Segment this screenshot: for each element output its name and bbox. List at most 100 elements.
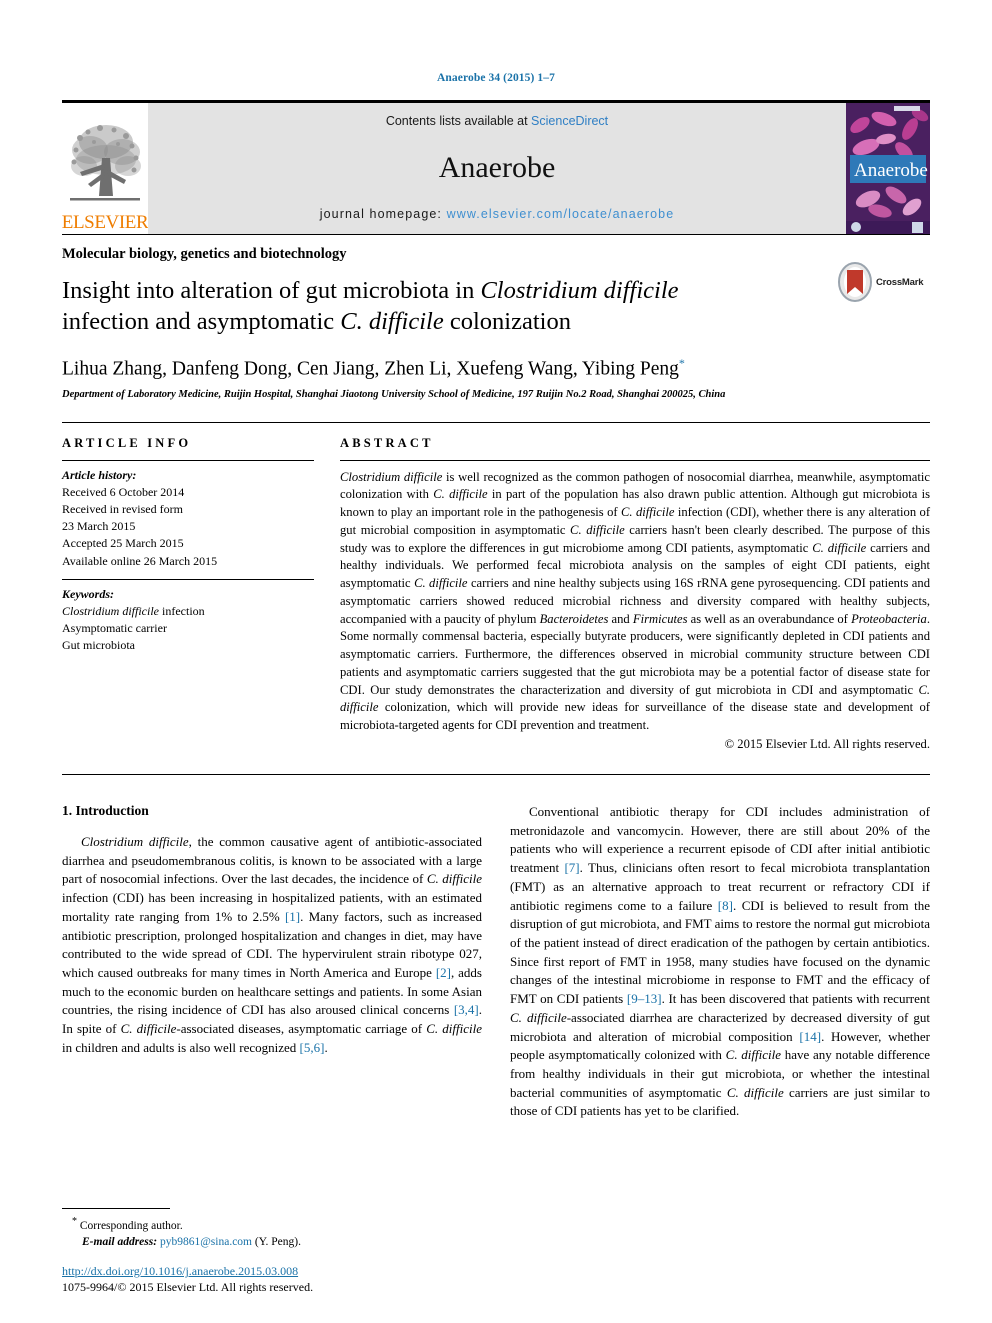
abstract-seg: Firmicutes <box>632 611 688 626</box>
intro-seg: . It has been discovered that patients w… <box>661 991 930 1007</box>
title-species-2: C. difficile <box>340 307 444 335</box>
abstract-seg: as well as an overabundance of <box>687 611 852 626</box>
article-info-heading: ARTICLE INFO <box>62 435 192 450</box>
body-column-left: 1. Introduction Clostridium difficile, t… <box>62 803 482 1121</box>
journal-homepage-link[interactable]: www.elsevier.com/locate/anaerobe <box>447 207 675 221</box>
citation-link[interactable]: [3,4] <box>454 1002 479 1017</box>
journal-cover-thumbnail: Anaerobe <box>846 103 930 234</box>
article-history-label: Article history: <box>62 467 137 482</box>
elsevier-logo: ELSEVIER <box>61 103 149 234</box>
info-abstract-row: ARTICLE INFO Article history: Received 6… <box>62 421 930 752</box>
email-link[interactable]: pyb9861@sina.com <box>160 1236 252 1248</box>
keyword-rest: infection <box>159 603 205 618</box>
page-title: Insight into alteration of gut microbiot… <box>62 276 930 338</box>
history-line: Available online 26 March 2015 <box>62 553 218 568</box>
intro-seg: Clostridium difficile <box>81 833 189 849</box>
citation-link[interactable]: [1] <box>285 909 300 924</box>
keyword-item: Clostridium difficile infection <box>62 603 314 620</box>
abstract-seg: C. difficile <box>570 522 625 537</box>
title-species-1: Clostridium difficile <box>480 277 679 304</box>
homepage-prefix: journal homepage: <box>319 207 447 221</box>
citation-link[interactable]: [2] <box>436 965 451 980</box>
intro-seg: C. difficile <box>426 1021 482 1037</box>
article-info-column: ARTICLE INFO Article history: Received 6… <box>62 436 314 752</box>
intro-seg: C. difficile <box>510 1009 567 1025</box>
email-suffix: (Y. Peng). <box>252 1236 301 1249</box>
crossmark-icon <box>838 262 872 302</box>
journal-title: Anaerobe <box>438 150 556 184</box>
affiliation: Department of Laboratory Medicine, Ruiji… <box>62 388 726 400</box>
body-divider <box>62 773 930 775</box>
footnote-divider <box>62 1207 170 1209</box>
abstract-seg: Bacteroidetes <box>539 611 609 626</box>
email-label: E-mail address: <box>82 1236 158 1249</box>
doi-link[interactable]: http://dx.doi.org/10.1016/j.anaerobe.201… <box>62 1264 482 1279</box>
history-line: Accepted 25 March 2015 <box>62 536 184 551</box>
contents-prefix: Contents lists available at <box>385 114 532 128</box>
elsevier-tree-icon <box>70 125 141 201</box>
intro-paragraph-right: Conventional antibiotic therapy for CDI … <box>510 803 930 1121</box>
article-history-block: Article history: Received 6 October 2014… <box>62 461 314 579</box>
section-heading-introduction: 1. Introduction <box>62 802 149 818</box>
intro-seg: -associated diseases, asymptomatic carri… <box>176 1021 427 1037</box>
svg-text:Anaerobe: Anaerobe <box>854 160 928 181</box>
keyword-item: Asymptomatic carrier <box>62 620 167 635</box>
elsevier-wordmark: ELSEVIER <box>61 212 149 233</box>
doi-block: http://dx.doi.org/10.1016/j.anaerobe.201… <box>62 1264 482 1295</box>
footnote-area: * Corresponding author. E-mail address: … <box>62 1207 482 1295</box>
contents-available-line: Contents lists available at ScienceDirec… <box>386 114 608 128</box>
intro-seg: in children and adults is also well reco… <box>62 1039 300 1055</box>
journal-masthead: ELSEVIER Contents lists available at Sci… <box>62 100 930 234</box>
issn-copyright-line: 1075-9964/© 2015 Elsevier Ltd. All right… <box>62 1280 314 1294</box>
copyright-line: © 2015 Elsevier Ltd. All rights reserved… <box>724 736 930 751</box>
title-block: Molecular biology, genetics and biotechn… <box>62 234 930 401</box>
citation-link[interactable]: [14] <box>799 1029 821 1044</box>
crossmark-label: CrossMark <box>876 276 924 288</box>
keywords-block: Keywords: Clostridium difficile infectio… <box>62 580 314 655</box>
crossmark-badge[interactable]: CrossMark <box>838 259 930 305</box>
citation-link[interactable]: [9–13] <box>627 991 662 1006</box>
body-columns: 1. Introduction Clostridium difficile, t… <box>62 803 930 1121</box>
abstract-seg: Clostridium difficile <box>340 469 443 484</box>
journal-band: Contents lists available at ScienceDirec… <box>148 103 846 234</box>
subject-section-tag: Molecular biology, genetics and biotechn… <box>62 246 347 262</box>
intro-seg: C. difficile <box>726 1084 784 1100</box>
title-part-1: Insight into alteration of gut microbiot… <box>62 277 481 304</box>
abstract-seg: colonization, which will provide new ide… <box>340 700 930 733</box>
sciencedirect-link[interactable]: ScienceDirect <box>531 114 608 128</box>
history-line: Received 6 October 2014 <box>62 484 185 499</box>
intro-seg: . CDI is believed to result from the dis… <box>510 897 930 1007</box>
keyword-species: Clostridium difficile <box>62 603 160 618</box>
intro-seg: . <box>324 1039 328 1055</box>
abstract-column: ABSTRACT Clostridium difficile is well r… <box>340 436 930 752</box>
keywords-label: Keywords: <box>62 586 114 601</box>
corresponding-author-text: Corresponding author. <box>77 1219 183 1232</box>
citation-link[interactable]: [7] <box>564 860 579 875</box>
history-line: Received in revised form <box>62 502 183 517</box>
keyword-item: Gut microbiota <box>62 638 135 653</box>
body-column-right: Conventional antibiotic therapy for CDI … <box>510 803 930 1121</box>
journal-cover-image: Anaerobe <box>846 103 930 234</box>
abstract-seg: C. difficile <box>414 576 468 591</box>
abstract-heading: ABSTRACT <box>340 435 434 450</box>
author-list: Lihua Zhang, Danfeng Dong, Cen Jiang, Zh… <box>62 356 930 381</box>
corresponding-author-marker: * <box>678 355 685 370</box>
abstract-seg: C. difficile <box>620 505 675 520</box>
intro-seg: C. difficile <box>120 1021 177 1037</box>
title-part-2: infection and asymptomatic <box>62 307 341 335</box>
running-head: Anaerobe 34 (2015) 1–7 <box>437 72 555 84</box>
abstract-seg: C. difficile <box>812 540 867 555</box>
abstract-seg: C. difficile <box>433 487 488 502</box>
intro-seg: C. difficile <box>725 1047 782 1063</box>
author-names: Lihua Zhang, Danfeng Dong, Cen Jiang, Zh… <box>62 358 679 380</box>
article-page: Anaerobe 34 (2015) 1–7 ELSEVIER Contents… <box>0 0 992 1323</box>
intro-seg: C. difficile <box>426 871 482 887</box>
email-note: E-mail address: pyb9861@sina.com (Y. Pen… <box>62 1234 482 1251</box>
citation-link[interactable]: [8] <box>718 898 733 913</box>
citation-link[interactable]: [5,6] <box>300 1040 325 1055</box>
journal-homepage-line: journal homepage: www.elsevier.com/locat… <box>320 207 675 221</box>
intro-paragraph-left: Clostridium difficile, the common causat… <box>62 833 482 1058</box>
corresponding-author-note: * Corresponding author. <box>62 1215 482 1235</box>
abstract-seg: and <box>608 611 633 626</box>
abstract-text: Clostridium difficile is well recognized… <box>340 461 930 735</box>
